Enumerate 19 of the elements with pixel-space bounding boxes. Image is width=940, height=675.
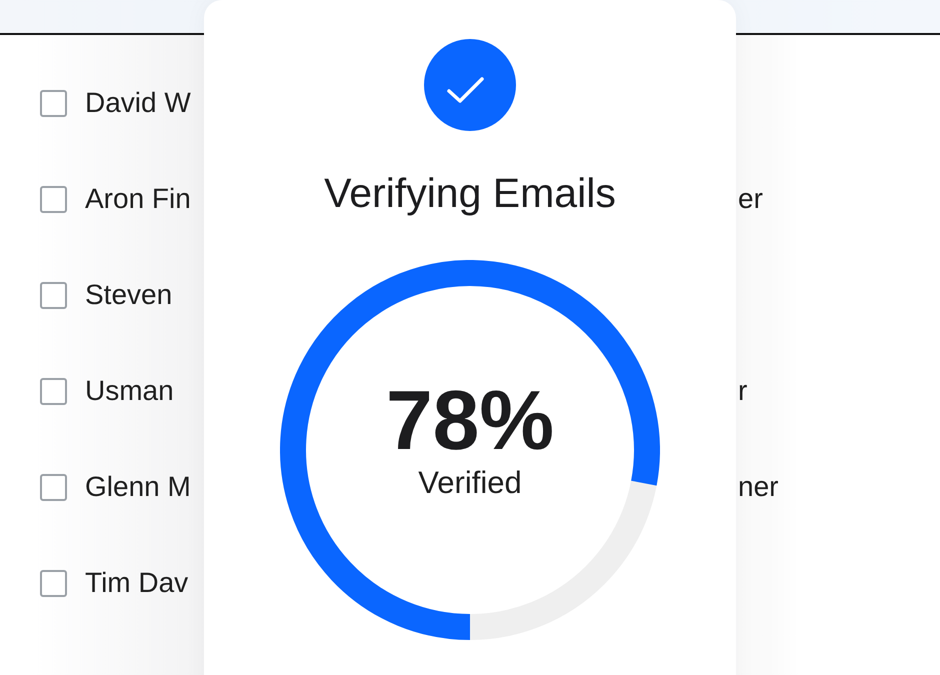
contact-name: Usman bbox=[85, 375, 174, 407]
progress-percent: 78% bbox=[386, 378, 554, 462]
checkbox[interactable] bbox=[40, 570, 67, 596]
progress-caption: Verified bbox=[418, 464, 522, 502]
contact-name: Tim Dav bbox=[85, 567, 188, 599]
checkbox[interactable] bbox=[40, 186, 67, 212]
contact-detail: ner bbox=[738, 471, 778, 503]
contact-name: Steven bbox=[85, 279, 172, 311]
checkbox[interactable] bbox=[40, 378, 67, 404]
checkbox[interactable] bbox=[40, 474, 67, 500]
checkbox[interactable] bbox=[40, 90, 67, 116]
dialog-title: Verifying Emails bbox=[324, 169, 616, 217]
contact-detail: r bbox=[738, 375, 748, 407]
contact-name: David W bbox=[85, 87, 191, 119]
contact-name: Glenn M bbox=[85, 471, 191, 503]
contact-detail: er bbox=[738, 183, 763, 215]
contact-name: Aron Fin bbox=[85, 183, 191, 215]
checkbox[interactable] bbox=[40, 282, 67, 308]
check-icon bbox=[424, 39, 516, 131]
